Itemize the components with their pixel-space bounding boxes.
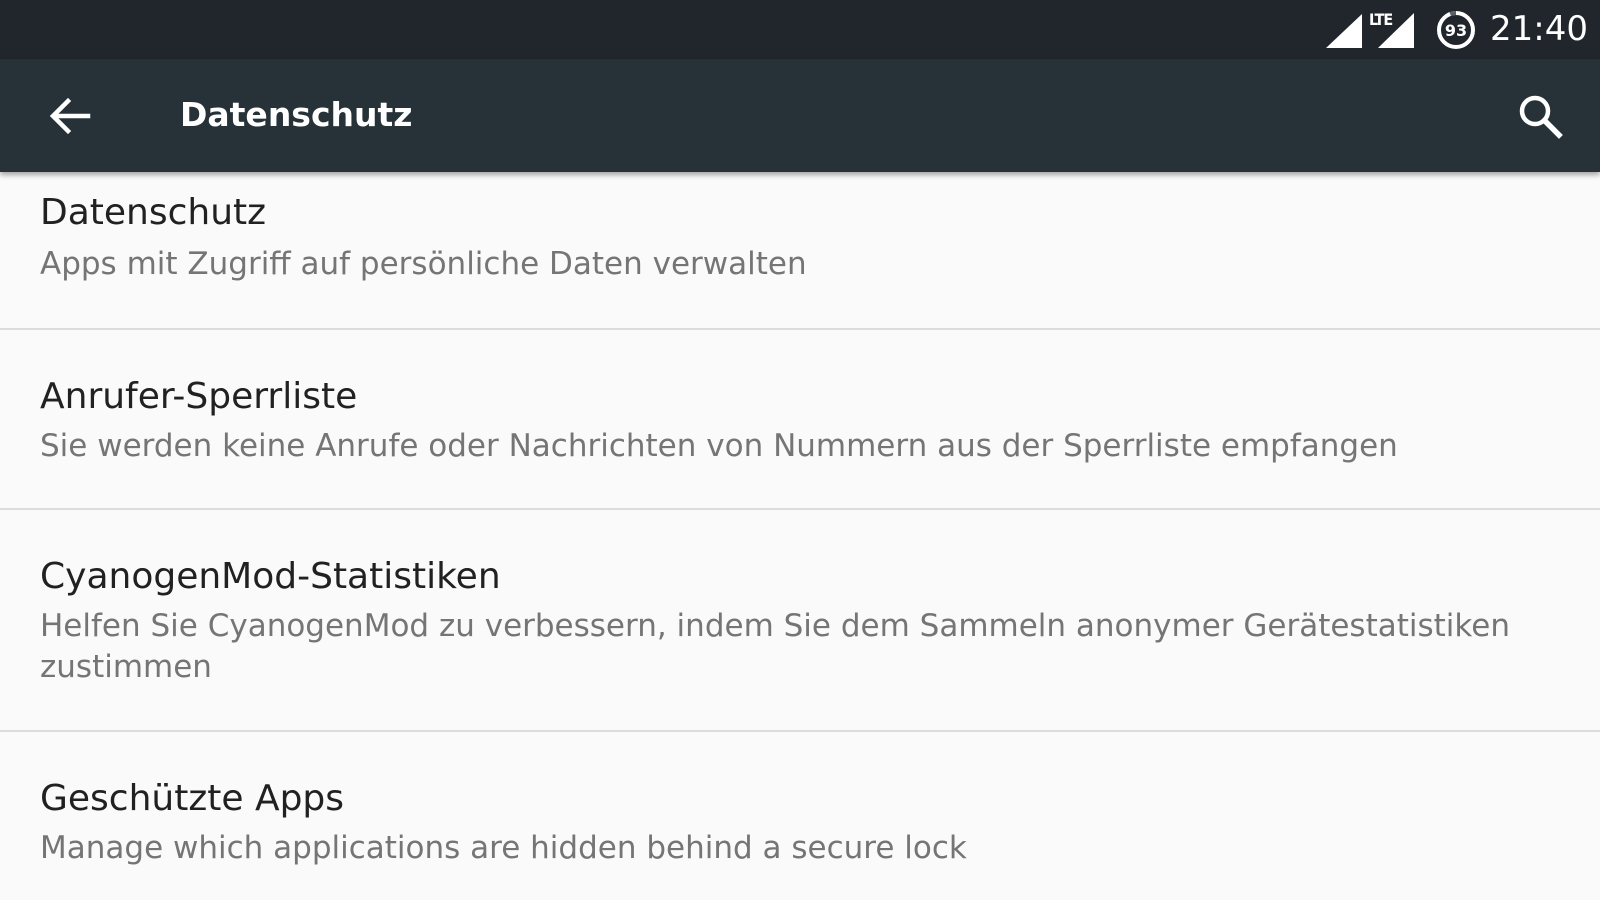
preference-list: Datenschutz Apps mit Zugriff auf persönl… xyxy=(0,172,1600,900)
settings-screen: LTE 93 21:40 Datenschutz Datenschutz App… xyxy=(0,0,1600,900)
preference-title: Anrufer-Sperrliste xyxy=(40,376,358,417)
toolbar-title: Datenschutz xyxy=(180,95,413,134)
toolbar: Datenschutz xyxy=(0,59,1600,172)
preference-protected-apps[interactable]: Geschützte Apps Manage which application… xyxy=(0,732,1600,900)
preference-title: CyanogenMod-Statistiken xyxy=(40,556,501,597)
lte-signal-icon xyxy=(1378,13,1414,48)
preference-summary: Manage which applications are hidden beh… xyxy=(40,830,967,866)
battery-icon: 93 xyxy=(1437,10,1475,49)
search-icon xyxy=(1519,95,1563,139)
battery-level: 93 xyxy=(1445,21,1467,40)
preference-summary: Helfen Sie CyanogenMod zu verbessern, in… xyxy=(40,608,1510,685)
back-button[interactable] xyxy=(30,76,110,156)
preference-privacy[interactable]: Datenschutz Apps mit Zugriff auf persönl… xyxy=(0,172,1600,330)
preference-title: Datenschutz xyxy=(40,192,267,233)
arrow-back-icon xyxy=(49,97,91,135)
signal-icon xyxy=(1326,14,1362,48)
preference-statistics[interactable]: CyanogenMod-Statistiken Helfen Sie Cyano… xyxy=(0,510,1600,732)
status-bar: LTE 93 21:40 xyxy=(0,0,1600,59)
preference-summary: Apps mit Zugriff auf persönliche Daten v… xyxy=(40,246,807,282)
preference-summary: Sie werden keine Anrufe oder Nachrichten… xyxy=(40,428,1398,464)
preference-title: Geschützte Apps xyxy=(40,778,345,819)
clock: 21:40 xyxy=(1490,9,1588,49)
preference-blacklist[interactable]: Anrufer-Sperrliste Sie werden keine Anru… xyxy=(0,330,1600,510)
search-button[interactable] xyxy=(1500,76,1580,156)
